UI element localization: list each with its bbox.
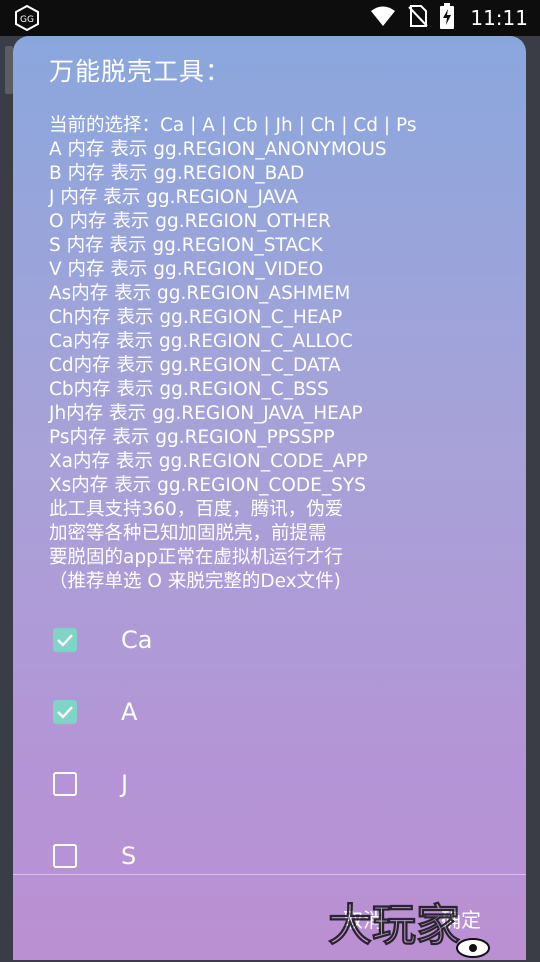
svg-text:GG: GG xyxy=(20,15,34,25)
status-bar: GG 11:11 xyxy=(0,0,540,36)
message-line: 此工具支持360，百度，腾讯，伪爱 xyxy=(49,499,344,520)
checkbox-a[interactable] xyxy=(53,700,77,724)
message-line: Ca内存 表示 gg.REGION_C_ALLOC xyxy=(49,331,353,352)
option-label: Ca xyxy=(121,626,153,654)
checkbox-s[interactable] xyxy=(53,844,77,868)
no-sim-icon xyxy=(408,4,429,32)
multi-choice-dialog: 万能脱壳工具： 当前的选择：Ca | A | Cb | Jh | Ch | Cd… xyxy=(13,36,526,960)
message-line: As内存 表示 gg.REGION_ASHMEM xyxy=(49,283,351,304)
dialog-title: 万能脱壳工具： xyxy=(49,57,232,86)
message-line: 当前的选择：Ca | A | Cb | Jh | Ch | Cd | Ps xyxy=(49,115,417,136)
status-time: 11:11 xyxy=(470,6,528,30)
dialog-message: 当前的选择：Ca | A | Cb | Jh | Ch | Cd | Ps A … xyxy=(49,114,509,594)
check-icon xyxy=(57,706,73,719)
option-label: S xyxy=(121,842,137,870)
gg-app-icon: GG xyxy=(14,4,40,32)
message-line: Ch内存 表示 gg.REGION_C_HEAP xyxy=(49,307,343,328)
message-line: Jh内存 表示 gg.REGION_JAVA_HEAP xyxy=(49,403,363,424)
message-line: 要脱固的app正常在虚拟机运行才行 xyxy=(49,547,343,568)
option-j[interactable]: J xyxy=(13,756,526,816)
svg-text:大玩家: 大玩家 xyxy=(328,900,460,951)
message-line: J 内存 表示 gg.REGION_JAVA xyxy=(49,187,299,208)
message-line: Xs内存 表示 gg.REGION_CODE_SYS xyxy=(49,475,366,496)
wifi-icon xyxy=(370,5,396,31)
option-s[interactable]: S xyxy=(13,828,526,888)
message-line: Cd内存 表示 gg.REGION_C_DATA xyxy=(49,355,341,376)
message-line: Xa内存 表示 gg.REGION_CODE_APP xyxy=(49,451,368,472)
message-line: B 内存 表示 gg.REGION_BAD xyxy=(49,163,305,184)
checkbox-ca[interactable] xyxy=(53,628,77,652)
message-line: A 内存 表示 gg.REGION_ANONYMOUS xyxy=(49,139,387,160)
message-line: （推荐单选 O 来脱完整的Dex文件) xyxy=(49,571,341,592)
message-line: Cb内存 表示 gg.REGION_C_BSS xyxy=(49,379,329,400)
watermark-logo: 大玩家 xyxy=(327,888,528,958)
checkbox-j[interactable] xyxy=(53,772,77,796)
message-line: 加密等各种已知加固脱壳，前提需 xyxy=(49,523,327,544)
battery-charging-icon xyxy=(440,3,455,33)
option-label: J xyxy=(121,770,129,798)
button-divider xyxy=(13,874,526,875)
message-line: O 内存 表示 gg.REGION_OTHER xyxy=(49,211,331,232)
message-line: S 内存 表示 gg.REGION_STACK xyxy=(49,235,323,256)
message-line: V 内存 表示 gg.REGION_VIDEO xyxy=(49,259,324,280)
option-label: A xyxy=(121,698,138,726)
check-icon xyxy=(57,634,73,647)
option-a[interactable]: A xyxy=(13,684,526,744)
background-app-edge xyxy=(5,46,13,94)
message-line: Ps内存 表示 gg.REGION_PPSSPP xyxy=(49,427,335,448)
option-ca[interactable]: Ca xyxy=(13,612,526,672)
